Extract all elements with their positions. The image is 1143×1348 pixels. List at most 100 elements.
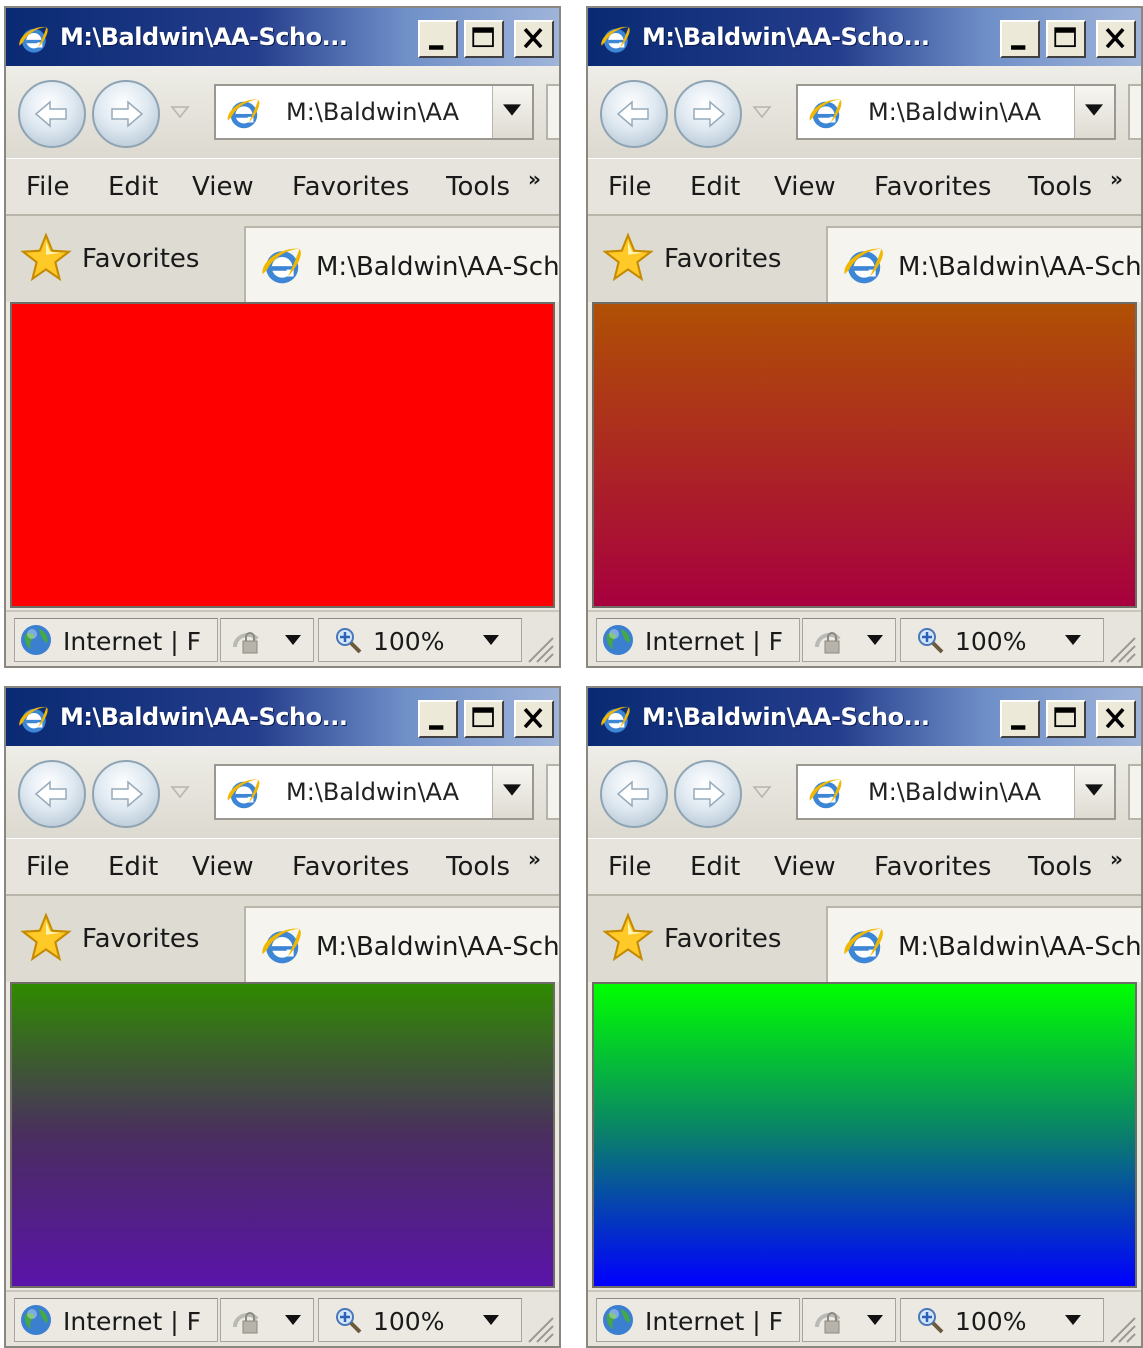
- favorites-button-label[interactable]: Favorites: [664, 924, 781, 954]
- menu-edit[interactable]: Edit: [690, 852, 740, 882]
- tab-current-page[interactable]: M:\Baldwin\AA-Sch: [244, 226, 559, 302]
- resize-grip-icon[interactable]: [525, 634, 555, 664]
- close-button[interactable]: [1096, 700, 1136, 738]
- menu-tools[interactable]: Tools: [446, 852, 516, 882]
- menu-overflow-chevron-icon[interactable]: »: [528, 847, 541, 871]
- minimize-button[interactable]: [1000, 700, 1040, 738]
- menu-overflow-chevron-icon[interactable]: »: [1110, 167, 1123, 191]
- back-button[interactable]: [18, 760, 86, 828]
- close-button[interactable]: [514, 20, 554, 58]
- title-bar[interactable]: M:\Baldwin\AA-Scho...: [6, 8, 559, 66]
- zoom-control[interactable]: 100%: [900, 1298, 1104, 1342]
- recent-pages-dropdown-icon[interactable]: [170, 784, 190, 800]
- address-bar[interactable]: M:\Baldwin\AA: [214, 84, 534, 140]
- close-button[interactable]: [514, 700, 554, 738]
- back-button[interactable]: [600, 760, 668, 828]
- address-dropdown-button[interactable]: [492, 766, 532, 818]
- tab-current-page[interactable]: M:\Baldwin\AA-Sch: [826, 226, 1141, 302]
- recent-pages-dropdown-icon[interactable]: [752, 104, 772, 120]
- address-dropdown-button[interactable]: [1074, 86, 1114, 138]
- refresh-button[interactable]: [546, 84, 559, 140]
- zoom-level: 100%: [373, 627, 445, 656]
- address-bar[interactable]: M:\Baldwin\AA: [214, 764, 534, 820]
- close-button[interactable]: [1096, 20, 1136, 58]
- menu-tools[interactable]: Tools: [1028, 172, 1098, 202]
- menu-edit[interactable]: Edit: [108, 172, 158, 202]
- favorites-button-label[interactable]: Favorites: [82, 924, 199, 954]
- page-content[interactable]: [10, 982, 555, 1288]
- resize-grip-icon[interactable]: [1107, 634, 1137, 664]
- forward-button[interactable]: [674, 760, 742, 828]
- zoom-control[interactable]: 100%: [318, 1298, 522, 1342]
- forward-button[interactable]: [92, 760, 160, 828]
- refresh-button[interactable]: [1128, 764, 1141, 820]
- security-zone[interactable]: Internet | F: [14, 1298, 218, 1342]
- minimize-button[interactable]: [418, 20, 458, 58]
- menu-view[interactable]: View: [192, 172, 254, 202]
- protected-mode-button[interactable]: [220, 618, 314, 662]
- address-dropdown-button[interactable]: [492, 86, 532, 138]
- page-content[interactable]: [10, 302, 555, 608]
- menu-favorites[interactable]: Favorites: [874, 172, 991, 202]
- maximize-button[interactable]: [1046, 700, 1086, 738]
- menu-tools[interactable]: Tools: [1028, 852, 1098, 882]
- minimize-button[interactable]: [1000, 20, 1040, 58]
- zoom-control[interactable]: 100%: [900, 618, 1104, 662]
- menu-favorites[interactable]: Favorites: [292, 852, 409, 882]
- menu-tools[interactable]: Tools: [446, 172, 516, 202]
- security-zone[interactable]: Internet | F: [596, 618, 800, 662]
- star-icon[interactable]: [20, 232, 72, 284]
- title-bar[interactable]: M:\Baldwin\AA-Scho...: [588, 8, 1141, 66]
- back-button[interactable]: [600, 80, 668, 148]
- minimize-button[interactable]: [418, 700, 458, 738]
- menu-favorites[interactable]: Favorites: [874, 852, 991, 882]
- menu-favorites[interactable]: Favorites: [292, 172, 409, 202]
- page-content[interactable]: [592, 982, 1137, 1288]
- address-bar[interactable]: M:\Baldwin\AA: [796, 84, 1116, 140]
- forward-button[interactable]: [92, 80, 160, 148]
- address-input[interactable]: M:\Baldwin\AA: [868, 778, 1041, 806]
- protected-mode-button[interactable]: [220, 1298, 314, 1342]
- title-bar[interactable]: M:\Baldwin\AA-Scho...: [588, 688, 1141, 746]
- menu-file[interactable]: File: [26, 852, 70, 882]
- menu-view[interactable]: View: [774, 852, 836, 882]
- back-button[interactable]: [18, 80, 86, 148]
- recent-pages-dropdown-icon[interactable]: [170, 104, 190, 120]
- refresh-button[interactable]: [1128, 84, 1141, 140]
- address-input[interactable]: M:\Baldwin\AA: [286, 98, 459, 126]
- menu-overflow-chevron-icon[interactable]: »: [1110, 847, 1123, 871]
- address-bar[interactable]: M:\Baldwin\AA: [796, 764, 1116, 820]
- menu-view[interactable]: View: [192, 852, 254, 882]
- menu-view[interactable]: View: [774, 172, 836, 202]
- security-zone[interactable]: Internet | F: [14, 618, 218, 662]
- menu-file[interactable]: File: [608, 852, 652, 882]
- star-icon[interactable]: [20, 912, 72, 964]
- protected-mode-button[interactable]: [802, 618, 896, 662]
- tab-current-page[interactable]: M:\Baldwin\AA-Sch: [244, 906, 559, 982]
- maximize-button[interactable]: [1046, 20, 1086, 58]
- menu-edit[interactable]: Edit: [690, 172, 740, 202]
- title-bar[interactable]: M:\Baldwin\AA-Scho...: [6, 688, 559, 746]
- maximize-button[interactable]: [464, 700, 504, 738]
- tab-current-page[interactable]: M:\Baldwin\AA-Sch: [826, 906, 1141, 982]
- maximize-button[interactable]: [464, 20, 504, 58]
- menu-file[interactable]: File: [608, 172, 652, 202]
- forward-button[interactable]: [674, 80, 742, 148]
- menu-file[interactable]: File: [26, 172, 70, 202]
- favorites-button-label[interactable]: Favorites: [664, 244, 781, 274]
- globe-icon: [19, 623, 53, 657]
- address-dropdown-button[interactable]: [1074, 766, 1114, 818]
- address-input[interactable]: M:\Baldwin\AA: [286, 778, 459, 806]
- security-zone[interactable]: Internet | F: [596, 1298, 800, 1342]
- protected-mode-button[interactable]: [802, 1298, 896, 1342]
- menu-edit[interactable]: Edit: [108, 852, 158, 882]
- star-icon[interactable]: [602, 912, 654, 964]
- favorites-button-label[interactable]: Favorites: [82, 244, 199, 274]
- menu-overflow-chevron-icon[interactable]: »: [528, 167, 541, 191]
- star-icon[interactable]: [602, 232, 654, 284]
- zoom-control[interactable]: 100%: [318, 618, 522, 662]
- recent-pages-dropdown-icon[interactable]: [752, 784, 772, 800]
- address-input[interactable]: M:\Baldwin\AA: [868, 98, 1041, 126]
- page-content[interactable]: [592, 302, 1137, 608]
- refresh-button[interactable]: [546, 764, 559, 820]
